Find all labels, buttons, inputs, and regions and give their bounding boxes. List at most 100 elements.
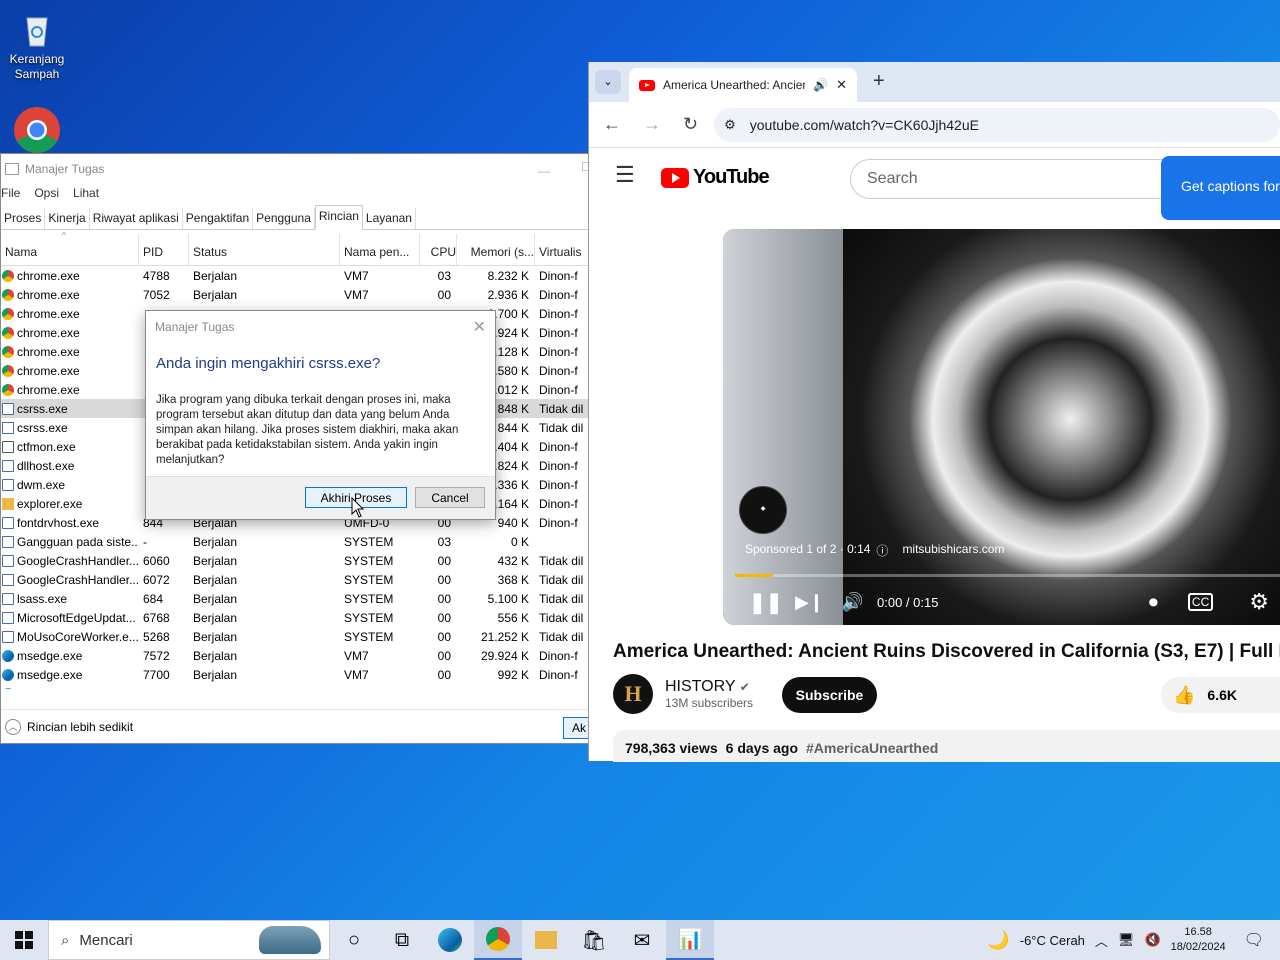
mail-taskbar-icon[interactable]: ✉ (618, 920, 666, 960)
next-icon[interactable]: ▶❙ (795, 592, 841, 613)
tab-app-history[interactable]: Riwayat aplikasi (90, 208, 183, 229)
table-row[interactable]: msedge.exe 7864BerjalanVM7005.308 KDinon-… (1, 684, 591, 689)
table-row[interactable]: chrome.exe 4788 Berjalan VM7 03 8.232 K Dinon-… (1, 266, 591, 285)
address-bar[interactable]: ⚙ youtube.com/watch?v=CK60Jjh42uE (714, 107, 1280, 142)
process-memory: 5.308 K (457, 687, 535, 690)
process-user: SYSTEM (344, 591, 394, 606)
fewer-details-link[interactable]: Rincian lebih sedikit (27, 720, 133, 734)
menu-icon[interactable]: ☰ (615, 162, 635, 188)
tray-chevron-icon[interactable]: ︿ (1095, 931, 1108, 950)
tab-close-icon[interactable]: ✕ (836, 77, 847, 93)
table-row[interactable]: MicrosoftEdgeUpdat... 6768 Berjalan SYSTEM 0… (1, 608, 591, 627)
back-icon[interactable]: ← (603, 114, 621, 135)
table-row[interactable]: MoUsoCoreWorker.e... 5268 Berjalan SYSTEM 00… (1, 627, 591, 646)
pause-icon[interactable]: ❚❚ (749, 590, 795, 615)
table-row[interactable]: chrome.exe 7052 Berjalan VM7 00 2.936 K Dinon-… (1, 285, 591, 304)
table-row[interactable]: GoogleCrashHandler... 6060 Berjalan SYSTEM 0… (1, 551, 591, 570)
chevron-up-icon[interactable]: ︿ (5, 718, 21, 735)
file-explorer-taskbar-icon[interactable] (522, 920, 570, 960)
new-tab-icon[interactable]: + (873, 70, 885, 93)
network-icon[interactable]: 🖥 (1118, 932, 1135, 948)
menu-options[interactable]: Opsi (34, 186, 59, 200)
mouse-cursor-icon (351, 497, 365, 518)
start-button[interactable] (0, 920, 48, 960)
channel-avatar[interactable]: H (613, 674, 653, 714)
taskmgr-tabs: Proses Kinerja Riwayat aplikasi Pengakti… (1, 205, 591, 230)
weather-text[interactable]: -6°C Cerah (1020, 933, 1085, 948)
process-name-text: chrome.exe (17, 344, 80, 359)
process-name-text: chrome.exe (17, 382, 80, 397)
column-status[interactable]: Status (189, 234, 340, 265)
tab-startup[interactable]: Pengaktifan (183, 208, 254, 229)
reload-icon[interactable]: ↻ (683, 114, 698, 135)
volume-icon[interactable]: 🔊 (841, 592, 877, 613)
info-icon[interactable]: ⓘ (876, 542, 888, 559)
tab-details[interactable]: Rincian (314, 205, 363, 230)
hashtag-link[interactable]: #AmericaUnearthed (806, 740, 938, 756)
browser-tab-youtube[interactable]: America Unearthed: Ancien 🔊 ✕ (629, 68, 857, 102)
process-name: GoogleCrashHandler... (1, 554, 139, 568)
minimize-icon[interactable]: — (538, 164, 550, 178)
like-button[interactable]: 👍 6.6K (1161, 677, 1280, 713)
close-icon[interactable]: ✕ (473, 317, 486, 337)
win-process-icon (2, 554, 14, 567)
volume-muted-icon[interactable]: 🔇 (1144, 932, 1160, 948)
sponsor-info: Sponsored 1 of 2 · 0:14 ⓘ mitsubishicars… (745, 542, 1004, 559)
table-row[interactable]: lsass.exe 684 Berjalan SYSTEM 00 5.100 K Tidak… (1, 589, 591, 608)
video-progress-bar[interactable] (735, 574, 1280, 577)
tab-strip: ⌄ America Unearthed: Ancien 🔊 ✕ + (589, 62, 1280, 102)
taskbar-search[interactable]: ⌕ Mencari (48, 920, 330, 960)
column-memory[interactable]: Memori (s... (457, 234, 535, 265)
subscriber-count: 13M subscribers (665, 696, 754, 710)
sponsor-site-link[interactable]: mitsubishicars.com (902, 542, 1004, 559)
cancel-button[interactable]: Cancel (415, 487, 485, 508)
table-row[interactable]: GoogleCrashHandler... 6072 Berjalan SYSTEM 0… (1, 570, 591, 589)
task-manager-taskbar-icon[interactable]: 📊 (666, 920, 714, 960)
subscribe-button[interactable]: Subscribe (782, 677, 877, 713)
cortana-icon[interactable]: ○ (330, 920, 378, 960)
tab-performance[interactable]: Kinerja (45, 208, 90, 229)
taskmgr-titlebar[interactable]: Manajer Tugas — ☐ (1, 154, 592, 184)
settings-gear-icon[interactable]: ⚙ (1249, 589, 1269, 615)
edge-taskbar-icon[interactable] (426, 920, 474, 960)
tab-search-icon[interactable]: ⌄ (595, 70, 621, 94)
column-name[interactable]: Nama (1, 234, 139, 265)
video-player[interactable]: ◆ Sponsored 1 of 2 · 0:14 ⓘ mitsubishica… (723, 229, 1280, 625)
channel-name[interactable]: HISTORY (665, 678, 735, 695)
table-row[interactable]: msedge.exe 7572 Berjalan VM7 00 29.924 K Dinon… (1, 646, 591, 665)
tab-users[interactable]: Pengguna (253, 208, 315, 229)
speaker-icon[interactable]: 🔊 (813, 78, 828, 92)
store-taskbar-icon[interactable]: 🛍 (570, 920, 618, 960)
youtube-logo[interactable]: YouTube (661, 166, 770, 189)
task-view-icon[interactable]: ⧉ (378, 920, 426, 960)
chrome-shortcut-icon[interactable] (6, 106, 68, 158)
get-captions-banner[interactable]: Get captions for (1161, 156, 1280, 220)
process-name: chrome.exe (1, 364, 139, 378)
autoplay-toggle-icon[interactable]: ⏺ (1149, 592, 1158, 613)
column-cpu[interactable]: CPU (420, 234, 457, 265)
column-username[interactable]: Nama pen... (340, 234, 420, 265)
notification-icon[interactable]: 🗨 (1244, 930, 1264, 950)
end-task-button[interactable]: Ak (563, 717, 591, 739)
chrome-taskbar-icon[interactable] (474, 920, 522, 960)
video-description[interactable]: 798,363 views 6 days ago #AmericaUnearth… (613, 730, 1280, 762)
site-info-icon[interactable]: ⚙ (724, 117, 736, 133)
edge-process-icon (2, 649, 14, 662)
tab-processes[interactable]: Proses (1, 208, 46, 229)
table-row[interactable]: Gangguan pada siste... - Berjalan SYSTEM 03 0… (1, 532, 591, 551)
menu-file[interactable]: File (1, 186, 20, 200)
process-memory: 5.100 K (487, 591, 529, 606)
forward-icon[interactable]: → (643, 114, 661, 135)
column-virtualization[interactable]: Virtualis (535, 234, 591, 265)
process-user: SYSTEM (344, 572, 394, 587)
clock[interactable]: 16.58 18/02/2024 (1171, 925, 1226, 955)
recycle-bin-icon[interactable]: Keranjang Sampah (6, 8, 68, 82)
table-row[interactable]: msedge.exe 7700 Berjalan VM7 00 992 K Dinon-f (1, 665, 591, 684)
youtube-search-input[interactable]: Search (850, 159, 1170, 199)
tab-services[interactable]: Layanan (363, 208, 416, 229)
column-pid[interactable]: PID (139, 234, 189, 265)
advertiser-logo[interactable]: ◆ (739, 486, 787, 534)
system-tray: 🌙 -6°C Cerah ︿ 🖥 🔇 16.58 18/02/2024 🗨 (987, 920, 1280, 960)
captions-icon[interactable]: CC (1187, 593, 1214, 611)
menu-view[interactable]: Lihat (73, 186, 99, 200)
